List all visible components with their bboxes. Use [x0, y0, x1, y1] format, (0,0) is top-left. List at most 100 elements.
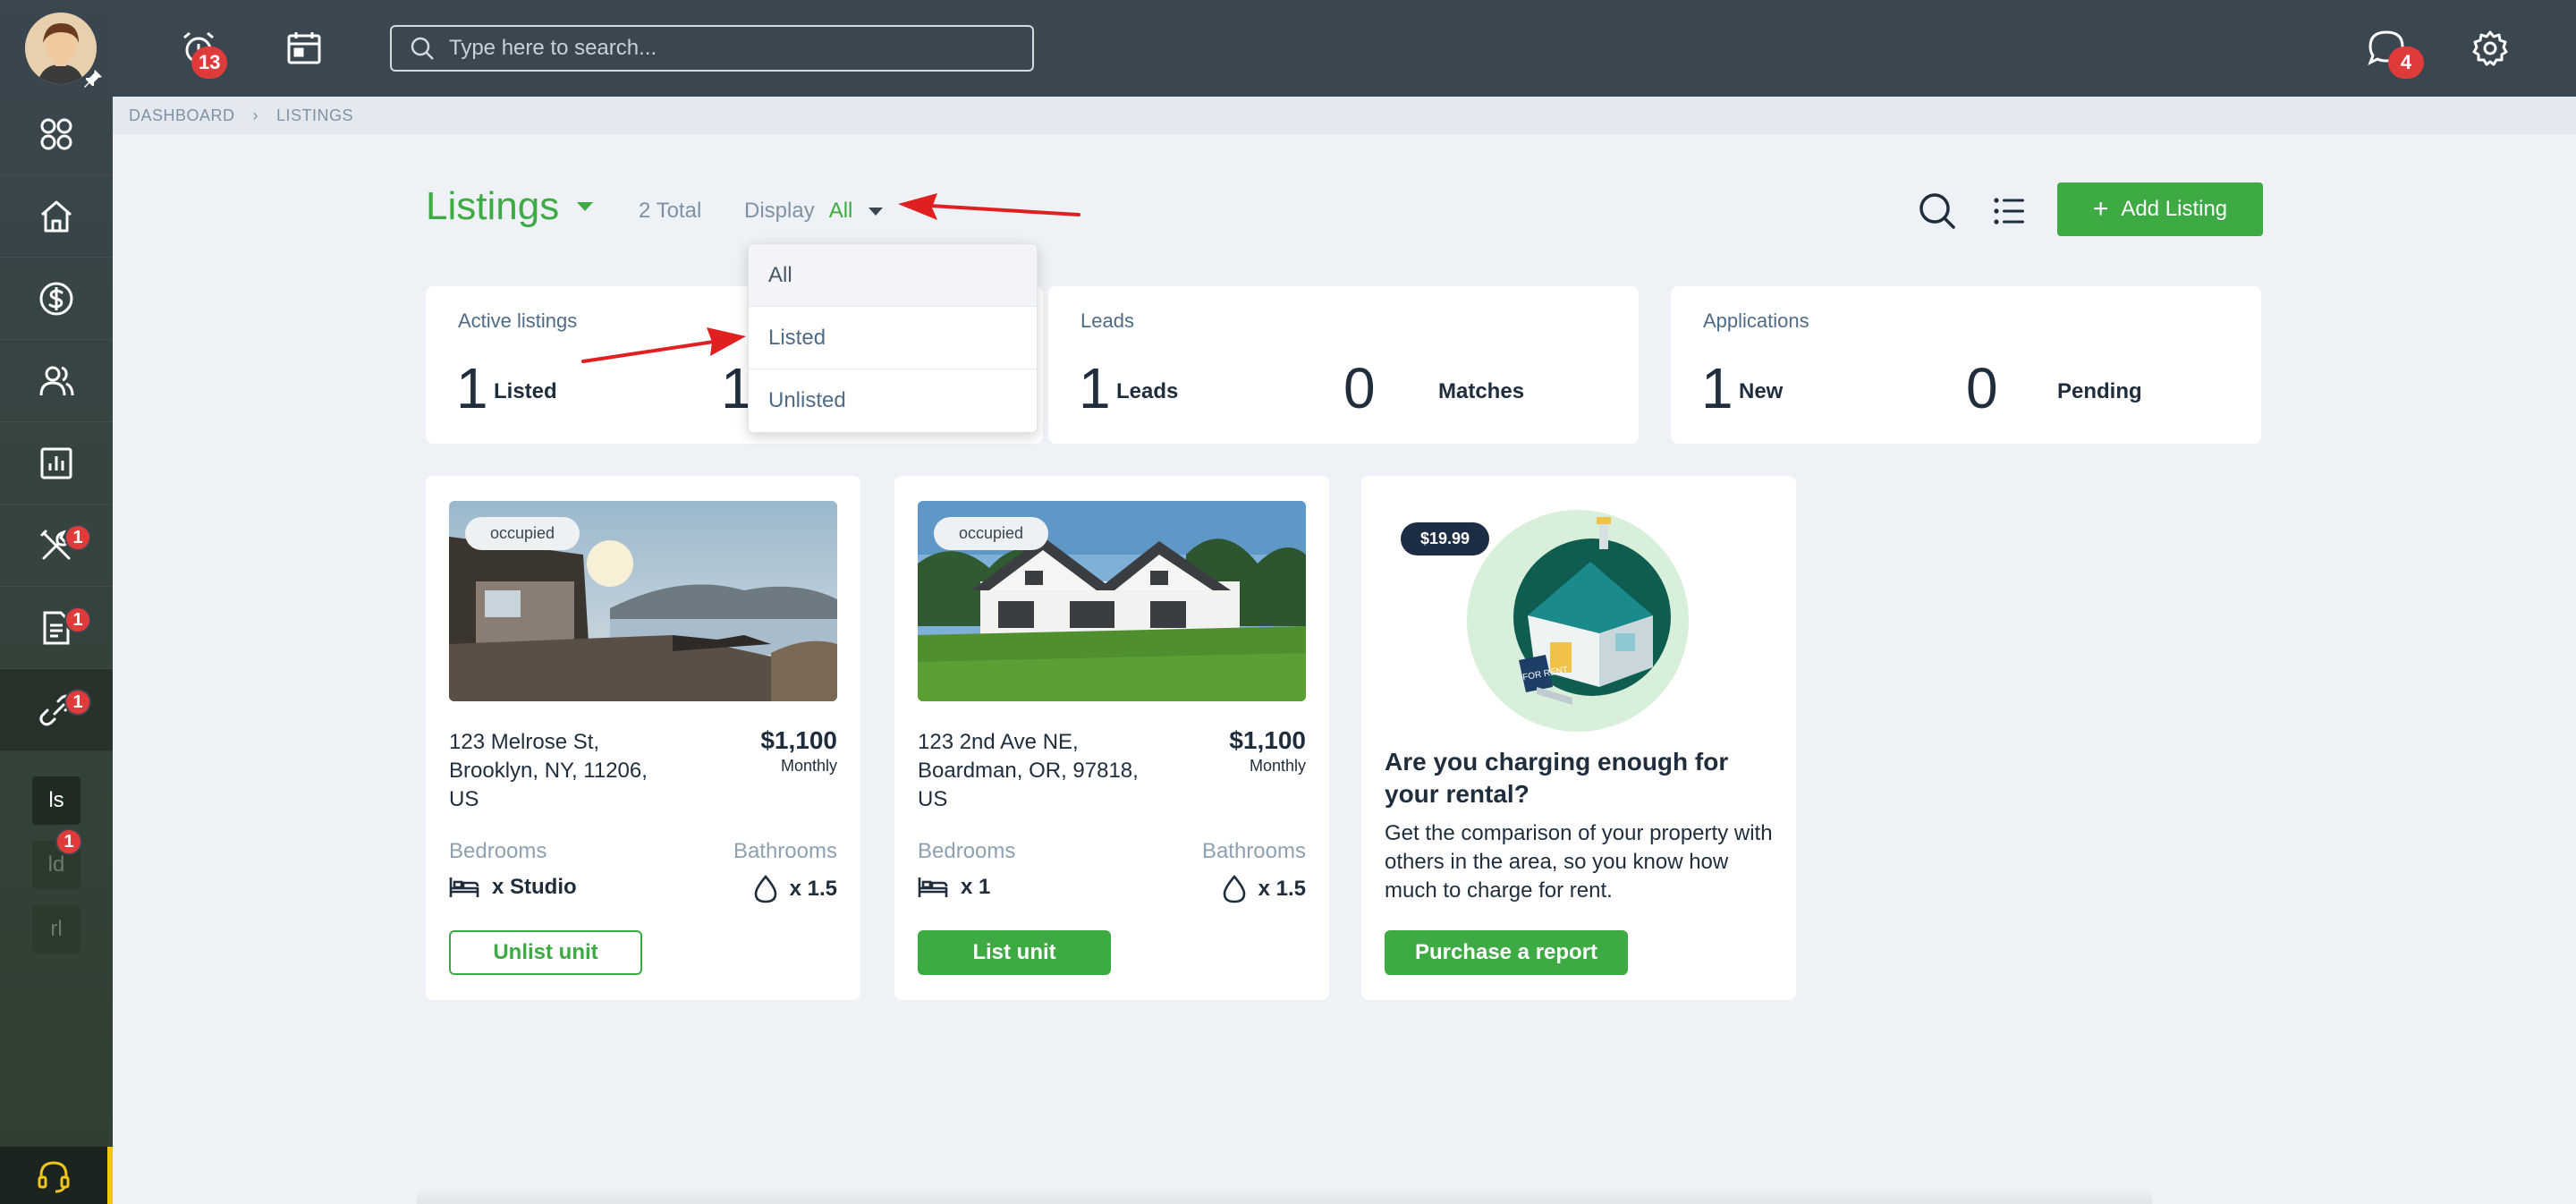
- list-unit-button[interactable]: List unit: [918, 930, 1111, 975]
- water-drop-icon: [1223, 875, 1245, 903]
- leads-card: Leads 1 Leads 0 Matches: [1048, 286, 1639, 444]
- sidebar-item-documents[interactable]: 1: [0, 587, 113, 669]
- listings-title-menu[interactable]: Listings: [426, 184, 594, 229]
- active-listings-label: Active listings: [458, 309, 578, 332]
- annotation-arrow-listed: [581, 327, 746, 363]
- listings-badge: 1: [64, 689, 91, 716]
- sidebar-item-maintenance[interactable]: 1: [0, 504, 113, 587]
- search-icon: [411, 37, 434, 60]
- bedrooms-value: x Studio: [449, 875, 577, 900]
- headset-icon: [38, 1161, 70, 1193]
- mini-app-ld-badge: 1: [55, 828, 82, 855]
- new-word: New: [1739, 379, 1784, 403]
- display-dropdown-menu: All Listed Unlisted: [748, 243, 1038, 433]
- status-badge: occupied: [934, 517, 1049, 550]
- sidebar-item-accounting[interactable]: [0, 258, 113, 340]
- matches-count: 0: [1343, 356, 1376, 420]
- sidebar: 1 1 1 ls ld 1 rl: [0, 0, 113, 1204]
- unlist-unit-button[interactable]: Unlist unit: [449, 930, 642, 975]
- apps-grid-icon: [40, 118, 72, 149]
- listing-price: $1,100: [760, 726, 837, 754]
- new-count: 1: [1701, 356, 1733, 420]
- dropdown-option-all[interactable]: All: [749, 244, 1037, 307]
- listing-address: 123 Melrose St, Brooklyn, NY, 11206, US: [449, 730, 648, 811]
- dollar-circle-icon: [39, 282, 73, 315]
- display-label: Display: [744, 199, 815, 223]
- listed-count: 1: [456, 356, 488, 420]
- listing-card[interactable]: occupied 123 Melrose St, Brooklyn, NY, 1…: [426, 476, 860, 1000]
- gear-icon: [2472, 30, 2508, 66]
- sidebar-item-reports[interactable]: [0, 422, 113, 504]
- listing-period: Monthly: [1249, 757, 1306, 775]
- user-avatar[interactable]: [25, 13, 102, 88]
- mini-app-ld[interactable]: ld 1: [32, 828, 82, 889]
- bathrooms-count: x 1.5: [1258, 877, 1306, 901]
- listing-address: 123 2nd Ave NE, Boardman, OR, 97818, US: [918, 730, 1139, 811]
- listing-photo: occupied: [449, 501, 837, 701]
- calendar-icon: [287, 32, 321, 64]
- leads-word: Leads: [1116, 379, 1179, 403]
- notifications-badge: 13: [191, 47, 228, 79]
- sidebar-item-people[interactable]: [0, 340, 113, 422]
- bathrooms-value: x 1.5: [1223, 875, 1306, 903]
- bed-icon: [449, 878, 479, 897]
- home-icon: [41, 200, 72, 232]
- bathrooms-value: x 1.5: [754, 875, 837, 903]
- breadcrumb-listings: LISTINGS: [276, 106, 354, 124]
- dropdown-option-unlisted[interactable]: Unlisted: [749, 369, 1037, 432]
- leads-label: Leads: [1080, 309, 1134, 332]
- listed-label: Listed: [494, 379, 557, 403]
- listing-price: $1,100: [1229, 726, 1306, 754]
- dropdown-option-listed[interactable]: Listed: [749, 307, 1037, 369]
- add-listing-button[interactable]: + Add Listing: [2057, 182, 2263, 236]
- maintenance-badge: 1: [64, 524, 91, 551]
- purchase-report-button[interactable]: Purchase a report: [1385, 930, 1628, 975]
- listing-card[interactable]: occupied 123 2nd Ave NE, Boardman, OR, 9…: [894, 476, 1329, 1000]
- search-input[interactable]: [449, 36, 1004, 61]
- bathrooms-label: Bathrooms: [733, 839, 837, 863]
- bathrooms-label: Bathrooms: [1201, 839, 1306, 863]
- support-button[interactable]: [0, 1147, 113, 1204]
- add-listing-label: Add Listing: [2121, 197, 2228, 221]
- pending-count: 0: [1966, 356, 1998, 420]
- applications-label: Applications: [1703, 309, 1809, 332]
- house-illustration: FOR RENT: [1467, 510, 1689, 732]
- listing-search-icon[interactable]: [1916, 190, 1959, 233]
- sidebar-item-dashboard[interactable]: [0, 93, 113, 175]
- calendar-button[interactable]: [279, 23, 329, 73]
- rent-report-promo-card: FOR RENT $19.99 Are you charging enough …: [1361, 476, 1796, 1000]
- bar-chart-icon: [40, 447, 72, 479]
- listing-photo: occupied: [918, 501, 1306, 701]
- mini-app-ld-label: ld: [47, 852, 65, 877]
- chevron-right-icon: ›: [252, 106, 259, 124]
- page-title: Listings: [426, 184, 560, 228]
- documents-badge: 1: [64, 606, 91, 633]
- notifications-button[interactable]: 13: [174, 23, 228, 79]
- sidebar-item-listings[interactable]: 1: [0, 669, 113, 751]
- leads-count: 1: [1079, 356, 1111, 420]
- sidebar-item-properties[interactable]: [0, 175, 113, 258]
- mini-app-ls[interactable]: ls: [32, 776, 80, 825]
- promo-title: Are you charging enough for your rental?: [1385, 748, 1729, 808]
- messages-button[interactable]: 4: [2361, 23, 2424, 79]
- mini-app-rl[interactable]: rl: [32, 905, 80, 954]
- display-filter[interactable]: Display All: [744, 199, 884, 224]
- users-icon: [39, 366, 74, 395]
- bathrooms-count: x 1.5: [789, 877, 837, 901]
- water-drop-icon: [754, 875, 776, 903]
- global-search[interactable]: [390, 25, 1034, 72]
- pending-word: Pending: [2057, 379, 2142, 403]
- plus-icon: +: [2092, 194, 2109, 224]
- total-count: 2 Total: [639, 199, 702, 223]
- bottom-panel-edge: [417, 1186, 2152, 1204]
- bedrooms-label: Bedrooms: [449, 839, 547, 863]
- promo-description: Get the comparison of your property with…: [1385, 821, 1773, 903]
- caret-down-icon: [869, 207, 884, 216]
- status-badge: occupied: [465, 517, 580, 550]
- settings-button[interactable]: [2465, 23, 2515, 73]
- annotation-arrow-display: [898, 193, 1080, 220]
- bedrooms-value: x 1: [918, 875, 990, 900]
- caret-down-icon: [577, 202, 594, 211]
- list-view-icon[interactable]: [1989, 191, 2029, 231]
- breadcrumb-dashboard[interactable]: DASHBOARD: [129, 106, 235, 125]
